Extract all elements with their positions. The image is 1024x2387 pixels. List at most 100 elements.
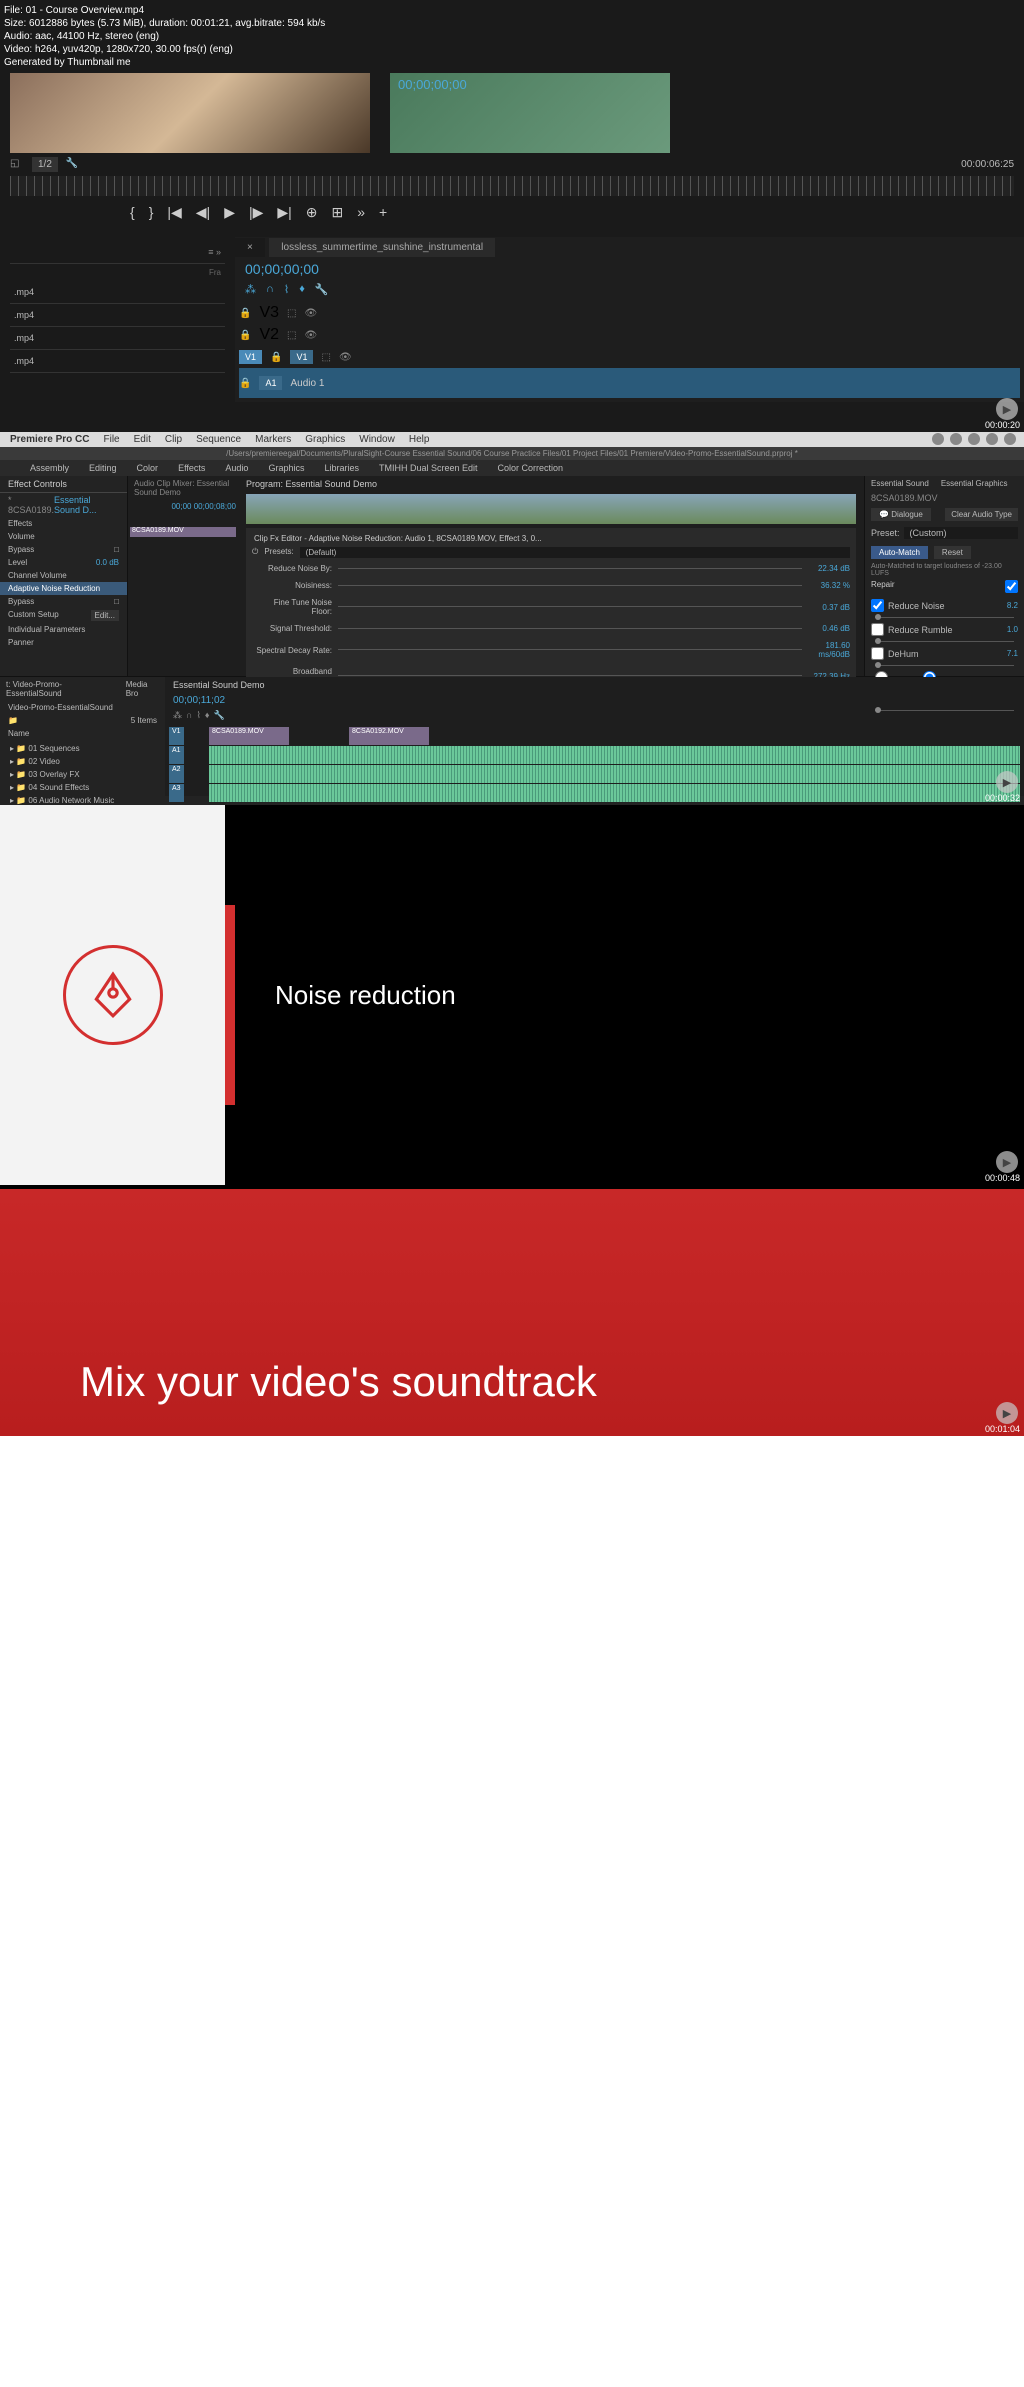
master-clip-left[interactable]: * 8CSA0189. bbox=[8, 495, 54, 515]
eff-name[interactable]: Adaptive Noise Reduction bbox=[8, 584, 100, 593]
opt-val[interactable]: 8.2 bbox=[1007, 601, 1018, 610]
src-v1[interactable]: V1 bbox=[239, 350, 262, 364]
menu-item[interactable]: File bbox=[103, 434, 119, 445]
dialogue-button[interactable]: 💬 Dialogue bbox=[871, 508, 931, 521]
eff-name[interactable]: Bypass bbox=[8, 597, 34, 606]
audio-clip[interactable] bbox=[209, 746, 1020, 764]
track-a1[interactable]: A1 bbox=[259, 376, 282, 390]
lock-icon[interactable]: 🔒 bbox=[239, 378, 251, 389]
program-tab[interactable]: Program: Essential Sound Demo bbox=[238, 476, 864, 492]
lock-icon[interactable]: 🔒 bbox=[239, 308, 251, 319]
insert-icon[interactable]: ⊕ bbox=[306, 204, 318, 221]
program-monitor[interactable] bbox=[246, 494, 856, 524]
reduce-noise-slider[interactable] bbox=[875, 617, 1014, 618]
master-clip-right[interactable]: Essential Sound D... bbox=[54, 495, 119, 515]
param-slider[interactable] bbox=[338, 582, 802, 590]
settings-icon[interactable]: 🔧 bbox=[66, 158, 80, 172]
repair-toggle[interactable] bbox=[1005, 580, 1018, 593]
eye-icon[interactable]: 👁 bbox=[339, 352, 352, 363]
workspace-item[interactable]: Color bbox=[137, 463, 159, 473]
tab-effect-controls[interactable]: Effect Controls bbox=[8, 479, 67, 489]
param-slider[interactable] bbox=[338, 565, 802, 573]
play-overlay-icon[interactable]: ▶ bbox=[996, 398, 1018, 420]
output-icon[interactable]: ⬚ bbox=[287, 330, 296, 341]
track-v3[interactable]: V3 bbox=[259, 304, 279, 322]
clip-bar[interactable]: 8CSA0189.MOV bbox=[130, 527, 236, 537]
track-v1[interactable]: V1 bbox=[290, 350, 313, 364]
reduce-rumble-cb[interactable] bbox=[871, 623, 884, 636]
workspace-item[interactable]: TMIHH Dual Screen Edit bbox=[379, 463, 478, 473]
mark-out-icon[interactable]: } bbox=[149, 204, 154, 221]
export-frame-icon[interactable]: » bbox=[357, 204, 365, 221]
output-icon[interactable]: ⬚ bbox=[287, 308, 296, 319]
param-val[interactable]: 0.46 dB bbox=[808, 624, 850, 633]
status-icon[interactable] bbox=[932, 433, 944, 445]
menu-item[interactable]: Window bbox=[359, 434, 395, 445]
file-item[interactable]: .mp4 bbox=[14, 310, 34, 320]
magnet-icon[interactable]: ∩ bbox=[186, 710, 192, 721]
video-clip[interactable]: 8CSA0192.MOV bbox=[349, 727, 429, 745]
workspace-item[interactable]: Libraries bbox=[324, 463, 359, 473]
play-overlay-icon[interactable]: ▶ bbox=[996, 1402, 1018, 1424]
zoom-dropdown[interactable]: 1/2 bbox=[32, 157, 58, 172]
tab-essential-sound[interactable]: Essential Sound bbox=[865, 476, 935, 491]
edit-button[interactable]: Edit... bbox=[91, 610, 119, 621]
file-item[interactable]: .mp4 bbox=[14, 333, 34, 343]
opt-val[interactable]: 7.1 bbox=[1007, 649, 1018, 658]
status-icon[interactable] bbox=[968, 433, 980, 445]
power-icon[interactable]: ⏻ bbox=[252, 547, 258, 558]
workspace-item[interactable]: Editing bbox=[89, 463, 117, 473]
reduce-rumble-slider[interactable] bbox=[875, 641, 1014, 642]
marker-icon[interactable]: ♦ bbox=[205, 710, 210, 721]
status-icon[interactable] bbox=[1004, 433, 1016, 445]
track-a1-btn[interactable]: A1 bbox=[169, 746, 184, 764]
magnet-icon[interactable]: ∩ bbox=[266, 283, 274, 296]
lock-icon[interactable]: 🔒 bbox=[270, 352, 282, 363]
media-browser-tab[interactable]: Media Bro bbox=[120, 677, 165, 701]
workspace-item[interactable]: Effects bbox=[178, 463, 205, 473]
timeline-ruler[interactable] bbox=[10, 176, 1014, 196]
param-slider[interactable] bbox=[338, 646, 802, 654]
folder-item[interactable]: ▸ 📁 04 Sound Effects bbox=[4, 781, 161, 794]
opt-val[interactable]: 1.0 bbox=[1007, 625, 1018, 634]
repair-section[interactable]: Repair bbox=[871, 580, 895, 593]
preset-select[interactable]: (Custom) bbox=[904, 527, 1018, 539]
wrench-icon[interactable]: 🔧 bbox=[213, 710, 224, 721]
param-val[interactable]: 0.37 dB bbox=[808, 603, 850, 612]
menu-item[interactable]: Edit bbox=[134, 434, 151, 445]
param-slider[interactable] bbox=[338, 672, 802, 680]
track-v2[interactable]: V2 bbox=[259, 326, 279, 344]
step-back-icon[interactable]: ◀| bbox=[196, 204, 210, 221]
param-val[interactable]: 181.60 ms/60dB bbox=[808, 641, 850, 659]
program-monitor-preview[interactable]: 00;00;00;00 bbox=[390, 73, 670, 153]
menu-item[interactable]: Clip bbox=[165, 434, 182, 445]
marker-icon[interactable]: ♦ bbox=[299, 283, 305, 296]
folder-item[interactable]: ▸ 📁 02 Video bbox=[4, 755, 161, 768]
eff-val[interactable]: 0.0 dB bbox=[96, 558, 119, 567]
audio-clip[interactable] bbox=[209, 784, 1020, 802]
file-item[interactable]: .mp4 bbox=[14, 287, 34, 297]
eff-name[interactable]: Panner bbox=[8, 638, 34, 647]
video-clip[interactable]: 8CSA0189.MOV bbox=[209, 727, 289, 745]
param-val[interactable]: 22.34 dB bbox=[808, 564, 850, 573]
status-icon[interactable] bbox=[950, 433, 962, 445]
collapse-icon[interactable]: ≡ » bbox=[208, 247, 221, 257]
workspace-item[interactable]: Audio bbox=[225, 463, 248, 473]
mixer-tab[interactable]: Audio Clip Mixer: Essential Sound Demo bbox=[128, 476, 238, 500]
lock-icon[interactable]: 🔒 bbox=[239, 330, 251, 341]
proj-filter[interactable]: Video-Promo-EssentialSound bbox=[8, 703, 113, 712]
eff-name[interactable]: Effects bbox=[8, 519, 32, 528]
eff-name[interactable]: Channel Volume bbox=[8, 571, 67, 580]
eff-val[interactable]: □ bbox=[114, 597, 119, 606]
project-tab[interactable]: t: Video-Promo-EssentialSound bbox=[0, 677, 114, 701]
source-monitor-preview[interactable] bbox=[10, 73, 370, 153]
play-overlay-icon[interactable]: ▶ bbox=[996, 771, 1018, 793]
seq-tab[interactable]: Essential Sound Demo bbox=[173, 680, 265, 690]
status-icon[interactable] bbox=[986, 433, 998, 445]
col-name[interactable]: Name bbox=[8, 729, 29, 738]
play-overlay-icon[interactable]: ▶ bbox=[996, 1151, 1018, 1173]
wrench-icon[interactable]: 🔧 bbox=[315, 283, 329, 296]
file-item[interactable]: .mp4 bbox=[14, 356, 34, 366]
workspace-item[interactable]: Color Correction bbox=[498, 463, 564, 473]
folder-item[interactable]: ▸ 📁 01 Sequences bbox=[4, 742, 161, 755]
